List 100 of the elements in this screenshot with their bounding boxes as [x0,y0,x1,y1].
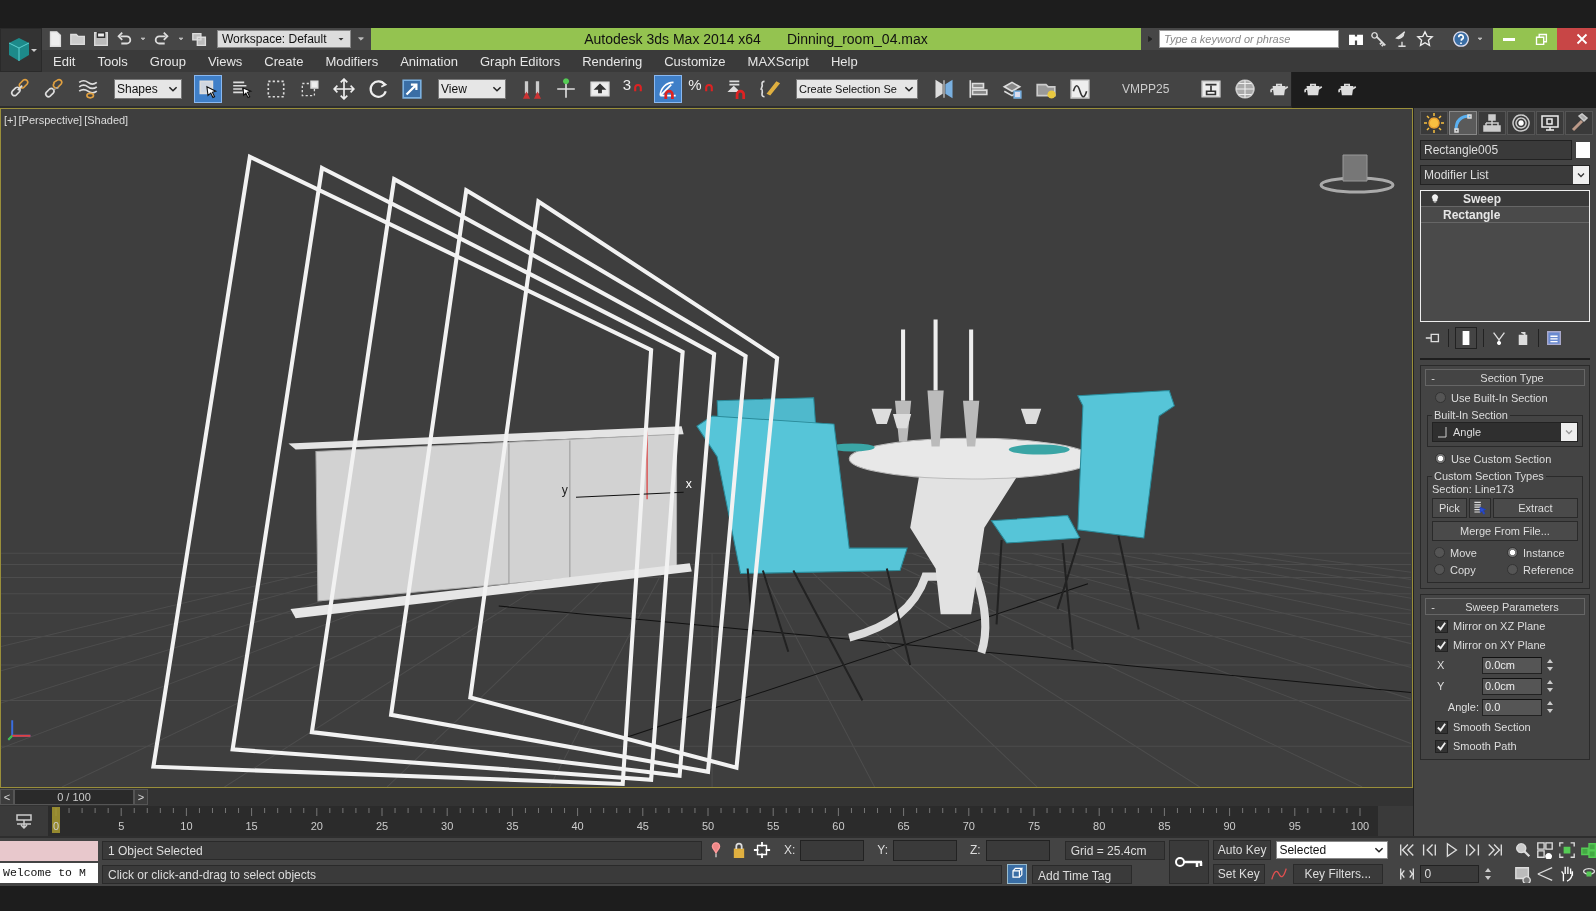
zoom-icon[interactable] [1514,841,1533,859]
maxscript-output-field[interactable] [0,841,98,861]
menu-item[interactable]: Modifiers [314,50,390,72]
spinner-arrows-icon[interactable] [1545,699,1555,715]
dropdown[interactable]: View [438,79,506,99]
app-menu-button[interactable] [0,28,42,72]
previous-frame-button[interactable]: < [0,789,14,805]
spinner-arrows-icon[interactable] [1545,657,1555,673]
pick-list-button[interactable] [1468,498,1491,518]
pick-button[interactable]: Pick [1432,498,1467,518]
selection-crosshair-icon[interactable] [753,841,771,859]
help-icon[interactable] [1452,30,1470,48]
radio-button[interactable] [1507,564,1518,575]
menu-item[interactable]: Tools [86,50,139,72]
checkbox[interactable] [1435,638,1448,652]
select-button[interactable] [194,75,222,103]
viewport-label[interactable]: [Shaded] [84,114,129,126]
stack-item[interactable]: Sweep [1421,191,1589,207]
close-button[interactable] [1557,28,1596,50]
spinner-label: X [1437,659,1446,671]
stack-item[interactable]: Rectangle [1421,207,1589,223]
star-icon[interactable] [1416,30,1434,48]
menu-item[interactable]: Group [138,50,197,72]
dropdown[interactable]: Create Selection Se [796,79,918,99]
menu-item[interactable]: Customize [653,50,737,72]
radio-button[interactable] [1507,547,1518,558]
viewport[interactable]: [+] [Perspective] [Shaded] y x [0,108,1413,788]
radio-button[interactable] [1435,453,1446,464]
viewport-label[interactable]: [+] [4,114,17,126]
frame-marker[interactable] [52,807,60,833]
next-frame-button[interactable]: > [134,789,148,805]
isolate-button[interactable] [1007,864,1027,884]
set-key-button[interactable] [1168,840,1209,884]
menu-item[interactable]: Animation [389,50,469,72]
maxscript-input-field[interactable]: Welcome to M [0,863,98,883]
object-name-field[interactable]: Rectangle005 [1420,140,1572,160]
menu-item[interactable]: Edit [42,50,87,72]
extract-button[interactable]: Extract [1492,498,1578,518]
collapse-sign[interactable]: - [1426,600,1440,613]
zoom-extents-icon[interactable] [1558,841,1577,859]
time-configuration-icon[interactable] [1514,865,1533,883]
spinner-arrows-icon[interactable] [1483,866,1494,882]
move-button[interactable] [330,75,358,103]
menu-item[interactable]: Graph Editors [468,50,572,72]
key-mode-dropdown[interactable]: Selected [1276,841,1389,859]
add-time-tag-button[interactable]: Add Time Tag [1032,864,1132,884]
monitor-tab[interactable] [1536,111,1564,135]
lightbulb-icon[interactable] [1429,192,1441,205]
dropdown[interactable]: Shapes [114,79,182,99]
sun-tab[interactable] [1420,111,1448,135]
modifier-list-dropdown[interactable]: Modifier List [1420,165,1590,185]
search-field[interactable]: Type a keyword or phrase [1159,30,1339,48]
workspace-dropdown[interactable]: Workspace: Default [217,30,351,48]
project-folder-icon[interactable] [191,30,209,48]
hammer-tab[interactable] [1565,111,1593,135]
radio-button[interactable] [1435,392,1446,403]
curve-tab[interactable] [1449,111,1477,135]
set-key-mode-button[interactable]: Set Key [1212,864,1265,884]
rollout-header[interactable]: - Sweep Parameters [1425,598,1585,615]
menu-item[interactable]: Rendering [571,50,654,72]
zoom-extents-all-icon[interactable] [1580,841,1596,859]
gizmo-axis-line[interactable] [575,491,685,498]
coordinate-field[interactable] [893,839,958,861]
spinner-field[interactable]: 0.0cm [1482,656,1542,674]
time-slider-thumb[interactable]: 0 / 100 [14,789,134,805]
zoom-all-icon[interactable] [1536,841,1555,859]
radio-button[interactable] [1434,564,1445,575]
save-icon[interactable] [92,30,110,48]
snap-button[interactable] [654,75,682,103]
track-bar[interactable]: 0 5 10 15 20 25 30 35 40 45 50 55 60 65 70 75 80 85 90 95 100 [48,806,1378,836]
key-icon[interactable] [1370,30,1388,48]
frame-field[interactable]: 0 [1420,865,1480,883]
field-of-view-icon[interactable] [1536,865,1555,883]
menu-item[interactable]: Help [820,50,869,72]
target-tab[interactable] [1507,111,1535,135]
checkbox[interactable] [1435,619,1448,633]
viewport-label[interactable]: [Perspective] [18,114,83,126]
hierarchy-tab[interactable] [1478,111,1506,135]
auto-key-button[interactable]: Auto Key [1212,840,1272,860]
spinner-field[interactable]: 0.0cm [1482,677,1542,695]
menu-item[interactable]: Views [196,50,254,72]
coordinate-field[interactable] [800,839,865,861]
snap-button[interactable]: % [688,75,716,103]
configure-icon[interactable] [1545,329,1563,347]
go-to-end-icon[interactable] [1486,841,1505,859]
spinner-field[interactable]: 0.0 [1482,698,1542,716]
menu-item[interactable]: Create [253,50,315,72]
spinner-arrows-icon[interactable] [1545,678,1555,694]
collapse-sign[interactable]: - [1426,371,1440,384]
checkbox[interactable] [1435,720,1448,734]
rollout-header[interactable]: - Section Type [1425,369,1585,386]
radio-button[interactable] [1434,547,1445,558]
snap-button[interactable]: 3 [620,75,648,103]
checkbox[interactable] [1435,739,1448,753]
merge-button[interactable]: Merge From File... [1432,521,1578,541]
section-dropdown[interactable]: Angle [1432,422,1578,442]
menu-item[interactable]: MAXScript [736,50,820,72]
coordinate-field[interactable] [985,839,1050,861]
key-filters-button[interactable]: Key Filters... [1292,864,1383,884]
color-swatch[interactable] [1576,142,1590,158]
